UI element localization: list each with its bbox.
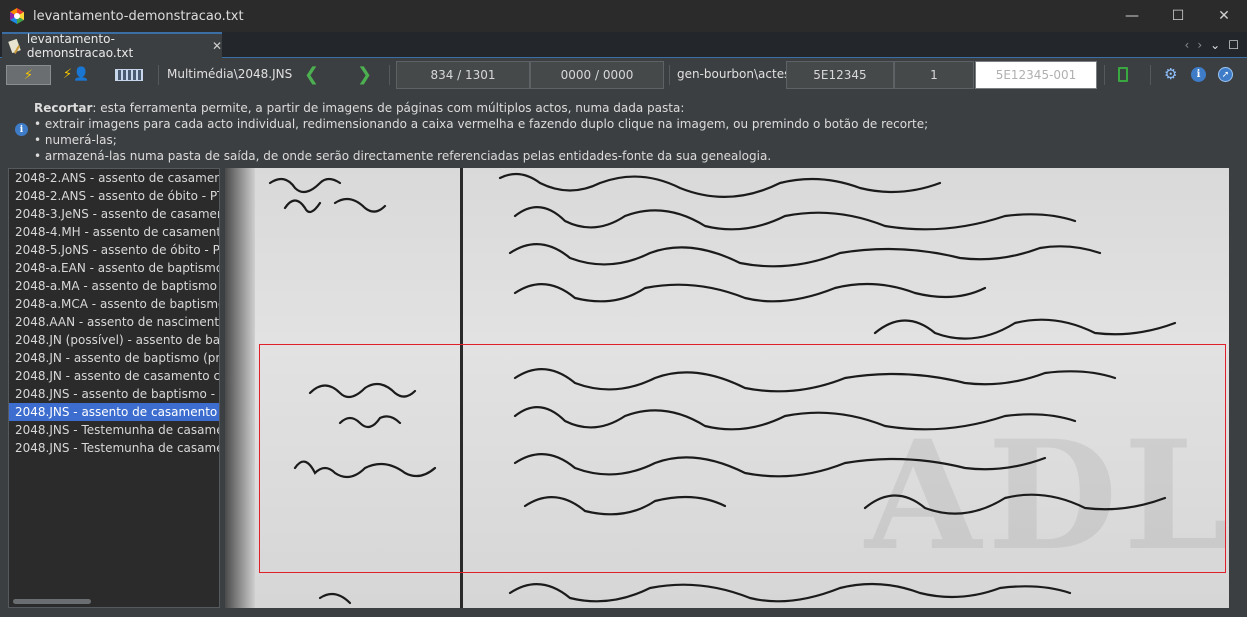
list-items: 2048-2.ANS - assento de casamento - P204… [9,169,219,457]
toolbar-divider [1150,65,1151,85]
handwriting [268,172,1177,605]
source-code-field[interactable]: 5E12345 [786,61,894,89]
tab-label: levantamento-demonstracao.txt [26,32,134,60]
list-item[interactable]: 2048-a.MCA - assento de baptismo - PT [9,295,219,313]
tab-scroll-right-icon[interactable]: › [1197,38,1202,52]
list-item[interactable]: 2048.AAN - assento de nascimento - PT [9,313,219,331]
minimize-button[interactable]: — [1109,0,1155,32]
list-item[interactable]: 2048-4.MH - assento de casamento - P [9,223,219,241]
help-compass-icon[interactable]: ➚ [1218,67,1233,82]
list-item[interactable]: 2048.JN - assento de casamento com M [9,367,219,385]
source-entity-list[interactable]: 2048-2.ANS - assento de casamento - P204… [8,168,220,608]
output-folder-path: gen-bourbon\actes [677,67,791,81]
tab-menu-chevron-down-icon[interactable]: ⌄ [1210,38,1220,52]
status-indicator-icon [1118,67,1128,82]
description-line: : esta ferramenta permite, a partir de i… [92,101,685,115]
document-scan[interactable]: ADL [225,168,1229,608]
description-bullet: • armazená-las numa pasta de saída, de o… [34,149,772,163]
window-controls: — ☐ ✕ [1109,0,1247,32]
list-item[interactable]: 2048.JNS - Testemunha de casamento - [9,421,219,439]
toolbar-divider [158,65,159,85]
bolt-icon: ⚡ [63,67,73,82]
info-icon[interactable]: i [1191,67,1206,82]
document-pen-icon [8,39,21,53]
sequence-number-field[interactable]: 1 [894,61,974,89]
tool-description-panel: i Recortar: esta ferramenta permite, a p… [0,92,1247,166]
source-folder-path: Multimédia\2048.JNS [167,67,293,81]
list-item[interactable]: 2048.JNS - assento de baptismo - PT-A [9,385,219,403]
list-item[interactable]: 2048.JNS - Testemunha de casamento - [9,439,219,457]
page-counter-field[interactable]: 834 / 1301 [396,61,530,89]
crop-tool-button[interactable]: ⚡ [6,65,51,85]
list-item[interactable]: 2048-2.ANS - assento de óbito - PT-AD [9,187,219,205]
previous-image-arrow-icon[interactable]: ❮ [304,64,319,85]
tool-description-text: Recortar: esta ferramenta permite, a par… [34,100,928,164]
list-item[interactable]: 2048-a.EAN - assento de baptismo - PT [9,259,219,277]
toolbar-divider [389,65,390,85]
list-item[interactable]: 2048.JN (possível) - assento de baptism [9,331,219,349]
vertical-scrollbar[interactable] [1229,168,1239,608]
filmstrip-icon[interactable] [115,69,143,81]
description-bullet: • extrair imagens para cada acto individ… [34,117,929,131]
app-logo-icon [9,8,25,24]
list-item[interactable]: 2048-3.JeNS - assento de casamento - P [9,205,219,223]
tab-levantamento[interactable]: levantamento-demonstracao.txt ✕ [2,32,222,60]
description-bullet: • numerá-las; [34,133,117,147]
bolt-icon: ⚡ [23,67,34,83]
list-item[interactable]: 2048-2.ANS - assento de casamento - P [9,169,219,187]
app-window: levantamento-demonstracao.txt — ☐ ✕ leva… [0,0,1247,617]
editor-tab-bar: levantamento-demonstracao.txt ✕ ‹ › ⌄ ☐ [0,32,1247,60]
list-item[interactable]: 2048.JN - assento de baptismo (prováv [9,349,219,367]
window-title: levantamento-demonstracao.txt [33,8,244,24]
list-item[interactable]: 2048-5.JoNS - assento de óbito - PT-AD [9,241,219,259]
image-viewer[interactable]: ADL [225,168,1239,608]
gear-icon[interactable]: ⚙ [1164,65,1177,83]
next-image-arrow-icon[interactable]: ❯ [357,64,372,85]
crop-toolbar: ⚡ ⚡ 👤 Multimédia\2048.JNS ❮ ❯ 834 / 1301… [0,59,1247,91]
toolbar-divider [1104,65,1105,85]
tab-navigation: ‹ › ⌄ ☐ [1185,32,1239,58]
list-item[interactable]: 2048-a.MA - assento de baptismo - PT- [9,277,219,295]
person-icon: 👤 [73,67,90,82]
tab-close-icon[interactable]: ✕ [212,39,222,53]
tab-maximize-icon[interactable]: ☐ [1228,38,1239,52]
cut-counter-field[interactable]: 0000 / 0000 [530,61,664,89]
tool-name: Recortar [34,101,93,115]
assign-person-button[interactable]: ⚡ 👤 [63,67,89,82]
maximize-button[interactable]: ☐ [1155,0,1201,32]
title-bar: levantamento-demonstracao.txt — ☐ ✕ [0,0,1247,32]
close-window-button[interactable]: ✕ [1201,0,1247,32]
output-filename-field[interactable]: 5E12345-001 [975,61,1097,89]
info-icon: i [15,123,28,136]
horizontal-scrollbar[interactable] [13,599,91,604]
toolbar-divider [669,65,670,85]
tab-scroll-left-icon[interactable]: ‹ [1185,38,1190,52]
list-item[interactable]: 2048.JNS - assento de casamento - PT- [9,403,219,421]
